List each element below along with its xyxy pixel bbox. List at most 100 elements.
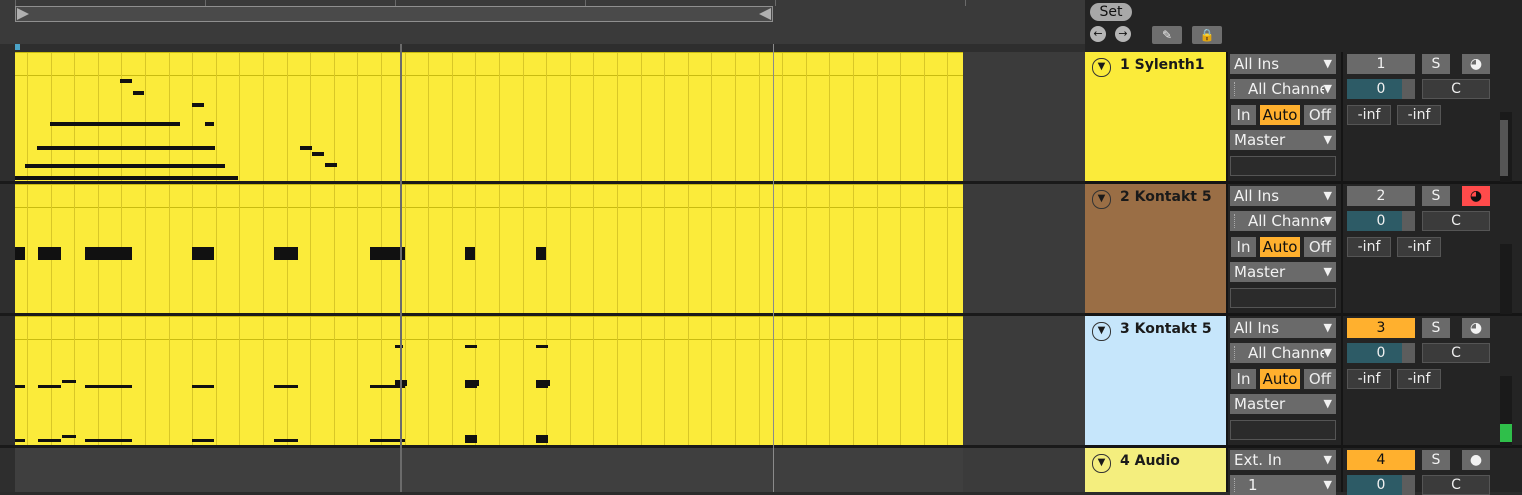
midi-note[interactable]	[205, 122, 214, 126]
arm-button[interactable]: ●	[1462, 450, 1490, 470]
input-channel-dropdown[interactable]: 1 ▼	[1230, 475, 1336, 495]
midi-note[interactable]	[465, 247, 475, 260]
volume-slider[interactable]: 0	[1347, 211, 1415, 231]
midi-note[interactable]	[15, 385, 25, 388]
midi-note[interactable]	[536, 247, 546, 260]
solo-button[interactable]: S	[1422, 450, 1450, 470]
empty-lane-area[interactable]	[963, 52, 1085, 492]
midi-note[interactable]	[85, 247, 132, 260]
pan-knob[interactable]: C	[1422, 211, 1490, 231]
peak-right-display[interactable]: -inf	[1397, 105, 1441, 125]
midi-note[interactable]	[192, 247, 214, 260]
midi-note[interactable]	[192, 439, 214, 442]
monitor-off-button[interactable]: Off	[1304, 369, 1336, 389]
input-type-dropdown[interactable]: All Ins ▼	[1230, 186, 1336, 206]
monitor-auto-button[interactable]: Auto	[1260, 237, 1300, 257]
output-channel-box[interactable]	[1230, 420, 1336, 440]
output-dropdown[interactable]: Master ▼	[1230, 130, 1336, 150]
back-arrow-icon[interactable]: ←	[1090, 26, 1106, 42]
input-type-dropdown[interactable]: All Ins ▼	[1230, 54, 1336, 74]
midi-note[interactable]	[192, 385, 214, 388]
volume-slider[interactable]: 0	[1347, 475, 1415, 495]
clip-header[interactable]	[15, 185, 963, 208]
midi-note[interactable]	[50, 122, 180, 126]
fold-triangle-icon[interactable]: ▼	[1092, 58, 1111, 77]
output-channel-box[interactable]	[1230, 156, 1336, 176]
midi-note[interactable]	[62, 435, 76, 438]
monitor-in-button[interactable]: In	[1231, 369, 1256, 389]
solo-button[interactable]: S	[1422, 318, 1450, 338]
midi-note[interactable]	[15, 247, 25, 260]
midi-note[interactable]	[15, 439, 25, 442]
midi-note[interactable]	[38, 247, 61, 260]
midi-note[interactable]	[325, 163, 337, 167]
midi-note[interactable]	[274, 439, 298, 442]
draw-mode-icon[interactable]: ✎	[1152, 26, 1182, 44]
midi-note[interactable]	[274, 247, 298, 260]
peak-left-display[interactable]: -inf	[1347, 369, 1391, 389]
midi-note[interactable]	[536, 345, 548, 348]
midi-note[interactable]	[312, 152, 324, 156]
midi-note[interactable]	[133, 91, 144, 95]
monitor-in-button[interactable]: In	[1231, 105, 1256, 125]
pan-knob[interactable]: C	[1422, 475, 1490, 495]
track-header-3[interactable]: ▼ 3 Kontakt 5	[1085, 316, 1226, 446]
track-activator-button[interactable]: 3	[1347, 318, 1415, 338]
solo-button[interactable]: S	[1422, 186, 1450, 206]
midi-note[interactable]	[274, 385, 298, 388]
clip-header[interactable]	[15, 53, 963, 76]
midi-clip-sylenth1[interactable]	[15, 52, 963, 182]
fold-triangle-icon[interactable]: ▼	[1092, 190, 1111, 209]
volume-slider[interactable]: 0	[1347, 343, 1415, 363]
loop-end-icon[interactable]	[759, 8, 771, 20]
output-dropdown[interactable]: Master ▼	[1230, 394, 1336, 414]
track-activator-button[interactable]: 1	[1347, 54, 1415, 74]
monitor-auto-button[interactable]: Auto	[1260, 369, 1300, 389]
midi-note[interactable]	[85, 439, 132, 442]
meter-scroll[interactable]	[1500, 120, 1508, 176]
midi-note[interactable]	[38, 385, 61, 388]
set-button[interactable]: Set	[1090, 3, 1132, 21]
track-activator-button[interactable]: 4	[1347, 450, 1415, 470]
output-dropdown[interactable]: Master ▼	[1230, 262, 1336, 282]
track-header-1[interactable]: ▼ 1 Sylenth1	[1085, 52, 1226, 182]
monitor-off-button[interactable]: Off	[1304, 105, 1336, 125]
monitor-auto-button[interactable]: Auto	[1260, 105, 1300, 125]
midi-note[interactable]	[536, 435, 548, 443]
monitor-off-button[interactable]: Off	[1304, 237, 1336, 257]
arm-button[interactable]: ◕	[1462, 318, 1490, 338]
midi-note[interactable]	[85, 385, 132, 388]
monitor-in-button[interactable]: In	[1231, 237, 1256, 257]
track-activator-button[interactable]: 2	[1347, 186, 1415, 206]
midi-note[interactable]	[120, 79, 132, 83]
output-channel-box[interactable]	[1230, 288, 1336, 308]
input-channel-dropdown[interactable]: All Channe ▼	[1230, 211, 1336, 231]
midi-note[interactable]	[465, 380, 479, 386]
clip-header[interactable]	[15, 317, 963, 340]
midi-note[interactable]	[300, 146, 312, 150]
lock-icon[interactable]: 🔒	[1192, 26, 1222, 44]
peak-left-display[interactable]: -inf	[1347, 105, 1391, 125]
midi-note[interactable]	[25, 164, 225, 168]
loop-brace[interactable]	[15, 6, 773, 22]
solo-button[interactable]: S	[1422, 54, 1450, 74]
audio-track-lane[interactable]	[15, 447, 963, 492]
loop-start-icon[interactable]	[17, 8, 29, 20]
arm-button[interactable]: ◕	[1462, 54, 1490, 74]
track-header-4[interactable]: ▼ 4 Audio	[1085, 448, 1226, 492]
midi-note[interactable]	[37, 146, 215, 150]
midi-note[interactable]	[38, 439, 61, 442]
track-header-2[interactable]: ▼ 2 Kontakt 5	[1085, 184, 1226, 314]
midi-note[interactable]	[536, 380, 550, 386]
input-type-dropdown[interactable]: Ext. In ▼	[1230, 450, 1336, 470]
input-type-dropdown[interactable]: All Ins ▼	[1230, 318, 1336, 338]
midi-note[interactable]	[15, 176, 238, 180]
midi-note[interactable]	[192, 103, 204, 107]
input-channel-dropdown[interactable]: All Channe ▼	[1230, 343, 1336, 363]
fold-triangle-icon[interactable]: ▼	[1092, 322, 1111, 341]
start-marker-icon[interactable]	[15, 44, 20, 50]
peak-left-display[interactable]: -inf	[1347, 237, 1391, 257]
midi-clip-kontakt-3[interactable]	[15, 316, 963, 446]
input-channel-dropdown[interactable]: All Channe ▼	[1230, 79, 1336, 99]
fold-triangle-icon[interactable]: ▼	[1092, 454, 1111, 473]
